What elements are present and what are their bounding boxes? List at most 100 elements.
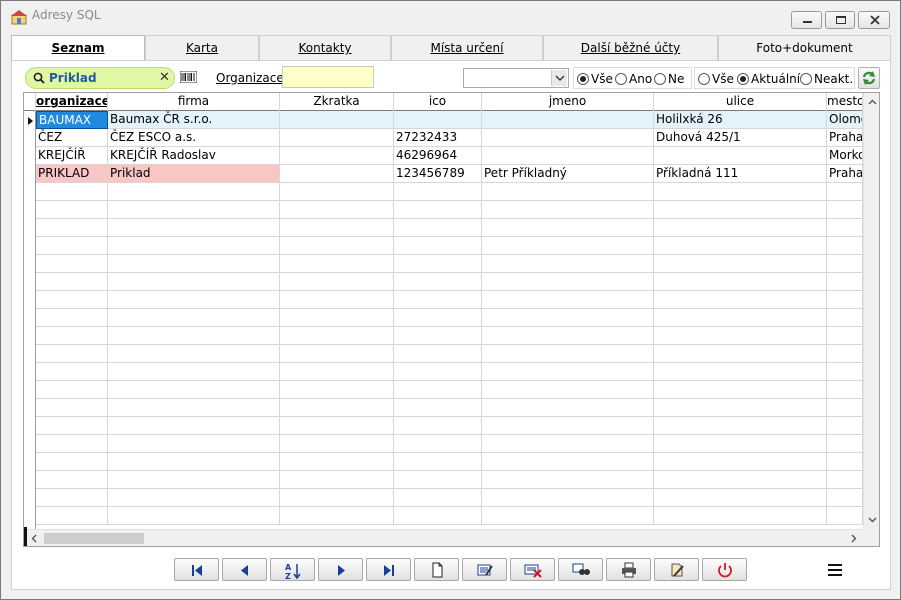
cell-firma[interactable] [108, 363, 280, 381]
last-record-button[interactable] [366, 558, 411, 581]
tab-kontakty[interactable]: Kontakty [259, 35, 391, 61]
cell-zkratka[interactable] [280, 237, 394, 255]
scroll-left-icon[interactable] [27, 531, 42, 546]
cell-mesto[interactable] [827, 255, 863, 273]
tab-dalsi-bezne-ucty[interactable]: Další běžné účty [543, 35, 718, 61]
cell-mesto[interactable] [827, 471, 863, 489]
cell-zkratka[interactable] [280, 345, 394, 363]
cell-mesto[interactable] [827, 291, 863, 309]
cell-zkratka[interactable] [280, 327, 394, 345]
cell-ulice[interactable] [654, 453, 827, 471]
table-row[interactable] [24, 381, 863, 399]
cell-ulice[interactable] [654, 507, 827, 525]
table-row[interactable]: BAUMAXBaumax ČR s.r.o. Holilxká 26Olomo [24, 111, 863, 129]
tab-seznam[interactable]: Seznam [11, 35, 145, 63]
cell-ico[interactable] [394, 291, 482, 309]
exit-button[interactable] [702, 558, 747, 581]
previous-record-button[interactable] [222, 558, 267, 581]
cell-jmeno[interactable] [482, 345, 654, 363]
cell-ulice[interactable] [654, 183, 827, 201]
cell-organizace[interactable]: ČEZ [36, 129, 108, 147]
table-row[interactable] [24, 471, 863, 489]
export-button[interactable] [654, 558, 699, 581]
table-row[interactable] [24, 345, 863, 363]
cell-ulice[interactable] [654, 201, 827, 219]
cell-ulice[interactable] [654, 471, 827, 489]
cell-firma[interactable] [108, 255, 280, 273]
maximize-button[interactable] [825, 11, 855, 29]
cell-ulice[interactable] [654, 309, 827, 327]
cell-ico[interactable] [394, 255, 482, 273]
scroll-right-icon[interactable] [846, 531, 861, 546]
scroll-up-icon[interactable] [865, 95, 880, 110]
cell-ulice[interactable] [654, 363, 827, 381]
cell-ico[interactable] [394, 309, 482, 327]
cell-ulice[interactable] [654, 489, 827, 507]
table-row[interactable] [24, 363, 863, 381]
cell-jmeno[interactable] [482, 201, 654, 219]
menu-icon[interactable] [827, 563, 843, 577]
cell-ico[interactable] [394, 327, 482, 345]
table-row[interactable] [24, 255, 863, 273]
cell-jmeno[interactable] [482, 255, 654, 273]
cell-organizace[interactable]: BAUMAX [36, 111, 108, 129]
cell-mesto[interactable] [827, 399, 863, 417]
cell-firma[interactable]: Baumax ČR s.r.o. [108, 111, 280, 129]
cell-mesto[interactable] [827, 327, 863, 345]
cell-zkratka[interactable] [280, 291, 394, 309]
cell-ico[interactable] [394, 345, 482, 363]
tab-mista-urceni[interactable]: Místa určení [391, 35, 543, 61]
cell-jmeno[interactable] [482, 129, 654, 147]
header-firma[interactable]: firma [108, 93, 280, 111]
cell-organizace[interactable] [36, 273, 108, 291]
cell-ico[interactable] [394, 183, 482, 201]
cell-mesto[interactable] [827, 273, 863, 291]
cell-mesto[interactable] [827, 183, 863, 201]
cell-firma[interactable] [108, 291, 280, 309]
header-zkratka[interactable]: Zkratka [280, 93, 394, 111]
cell-ulice[interactable] [654, 291, 827, 309]
cell-organizace[interactable] [36, 417, 108, 435]
cell-jmeno[interactable] [482, 471, 654, 489]
cell-ulice[interactable] [654, 345, 827, 363]
table-row[interactable] [24, 327, 863, 345]
cell-ico[interactable] [394, 201, 482, 219]
cell-ulice[interactable] [654, 417, 827, 435]
cell-organizace[interactable] [36, 255, 108, 273]
radio-vse-1[interactable]: Vše [577, 72, 613, 86]
cell-organizace[interactable] [36, 345, 108, 363]
cell-jmeno[interactable] [482, 489, 654, 507]
cell-ico[interactable] [394, 435, 482, 453]
cell-mesto[interactable]: Praha [827, 129, 863, 147]
tab-karta[interactable]: Karta [145, 35, 259, 61]
cell-ico[interactable]: 123456789 [394, 165, 482, 183]
cell-ico[interactable]: 27232433 [394, 129, 482, 147]
cell-jmeno[interactable] [482, 453, 654, 471]
table-row[interactable] [24, 399, 863, 417]
cell-ulice[interactable] [654, 219, 827, 237]
cell-zkratka[interactable] [280, 129, 394, 147]
table-row[interactable] [24, 183, 863, 201]
close-button[interactable] [858, 11, 890, 29]
filter-combo[interactable] [463, 68, 569, 88]
header-ulice[interactable]: ulice [654, 93, 827, 111]
cell-firma[interactable] [108, 453, 280, 471]
cell-jmeno[interactable] [482, 399, 654, 417]
cell-zkratka[interactable] [280, 147, 394, 165]
table-row[interactable] [24, 309, 863, 327]
cell-ulice[interactable]: Duhová 425/1 [654, 129, 827, 147]
cell-ico[interactable] [394, 507, 482, 525]
header-jmeno[interactable]: jmeno [482, 93, 654, 111]
header-mesto[interactable]: mesto [827, 93, 863, 111]
refresh-button[interactable] [858, 67, 880, 89]
combo-dropdown-button[interactable] [551, 70, 567, 86]
cell-firma[interactable] [108, 381, 280, 399]
cell-zkratka[interactable] [280, 201, 394, 219]
barcode-icon[interactable] [180, 71, 197, 83]
cell-firma[interactable] [108, 237, 280, 255]
cell-organizace[interactable] [36, 507, 108, 525]
cell-organizace[interactable] [36, 291, 108, 309]
cell-ico[interactable]: 46296964 [394, 147, 482, 165]
cell-firma[interactable] [108, 471, 280, 489]
cell-zkratka[interactable] [280, 453, 394, 471]
